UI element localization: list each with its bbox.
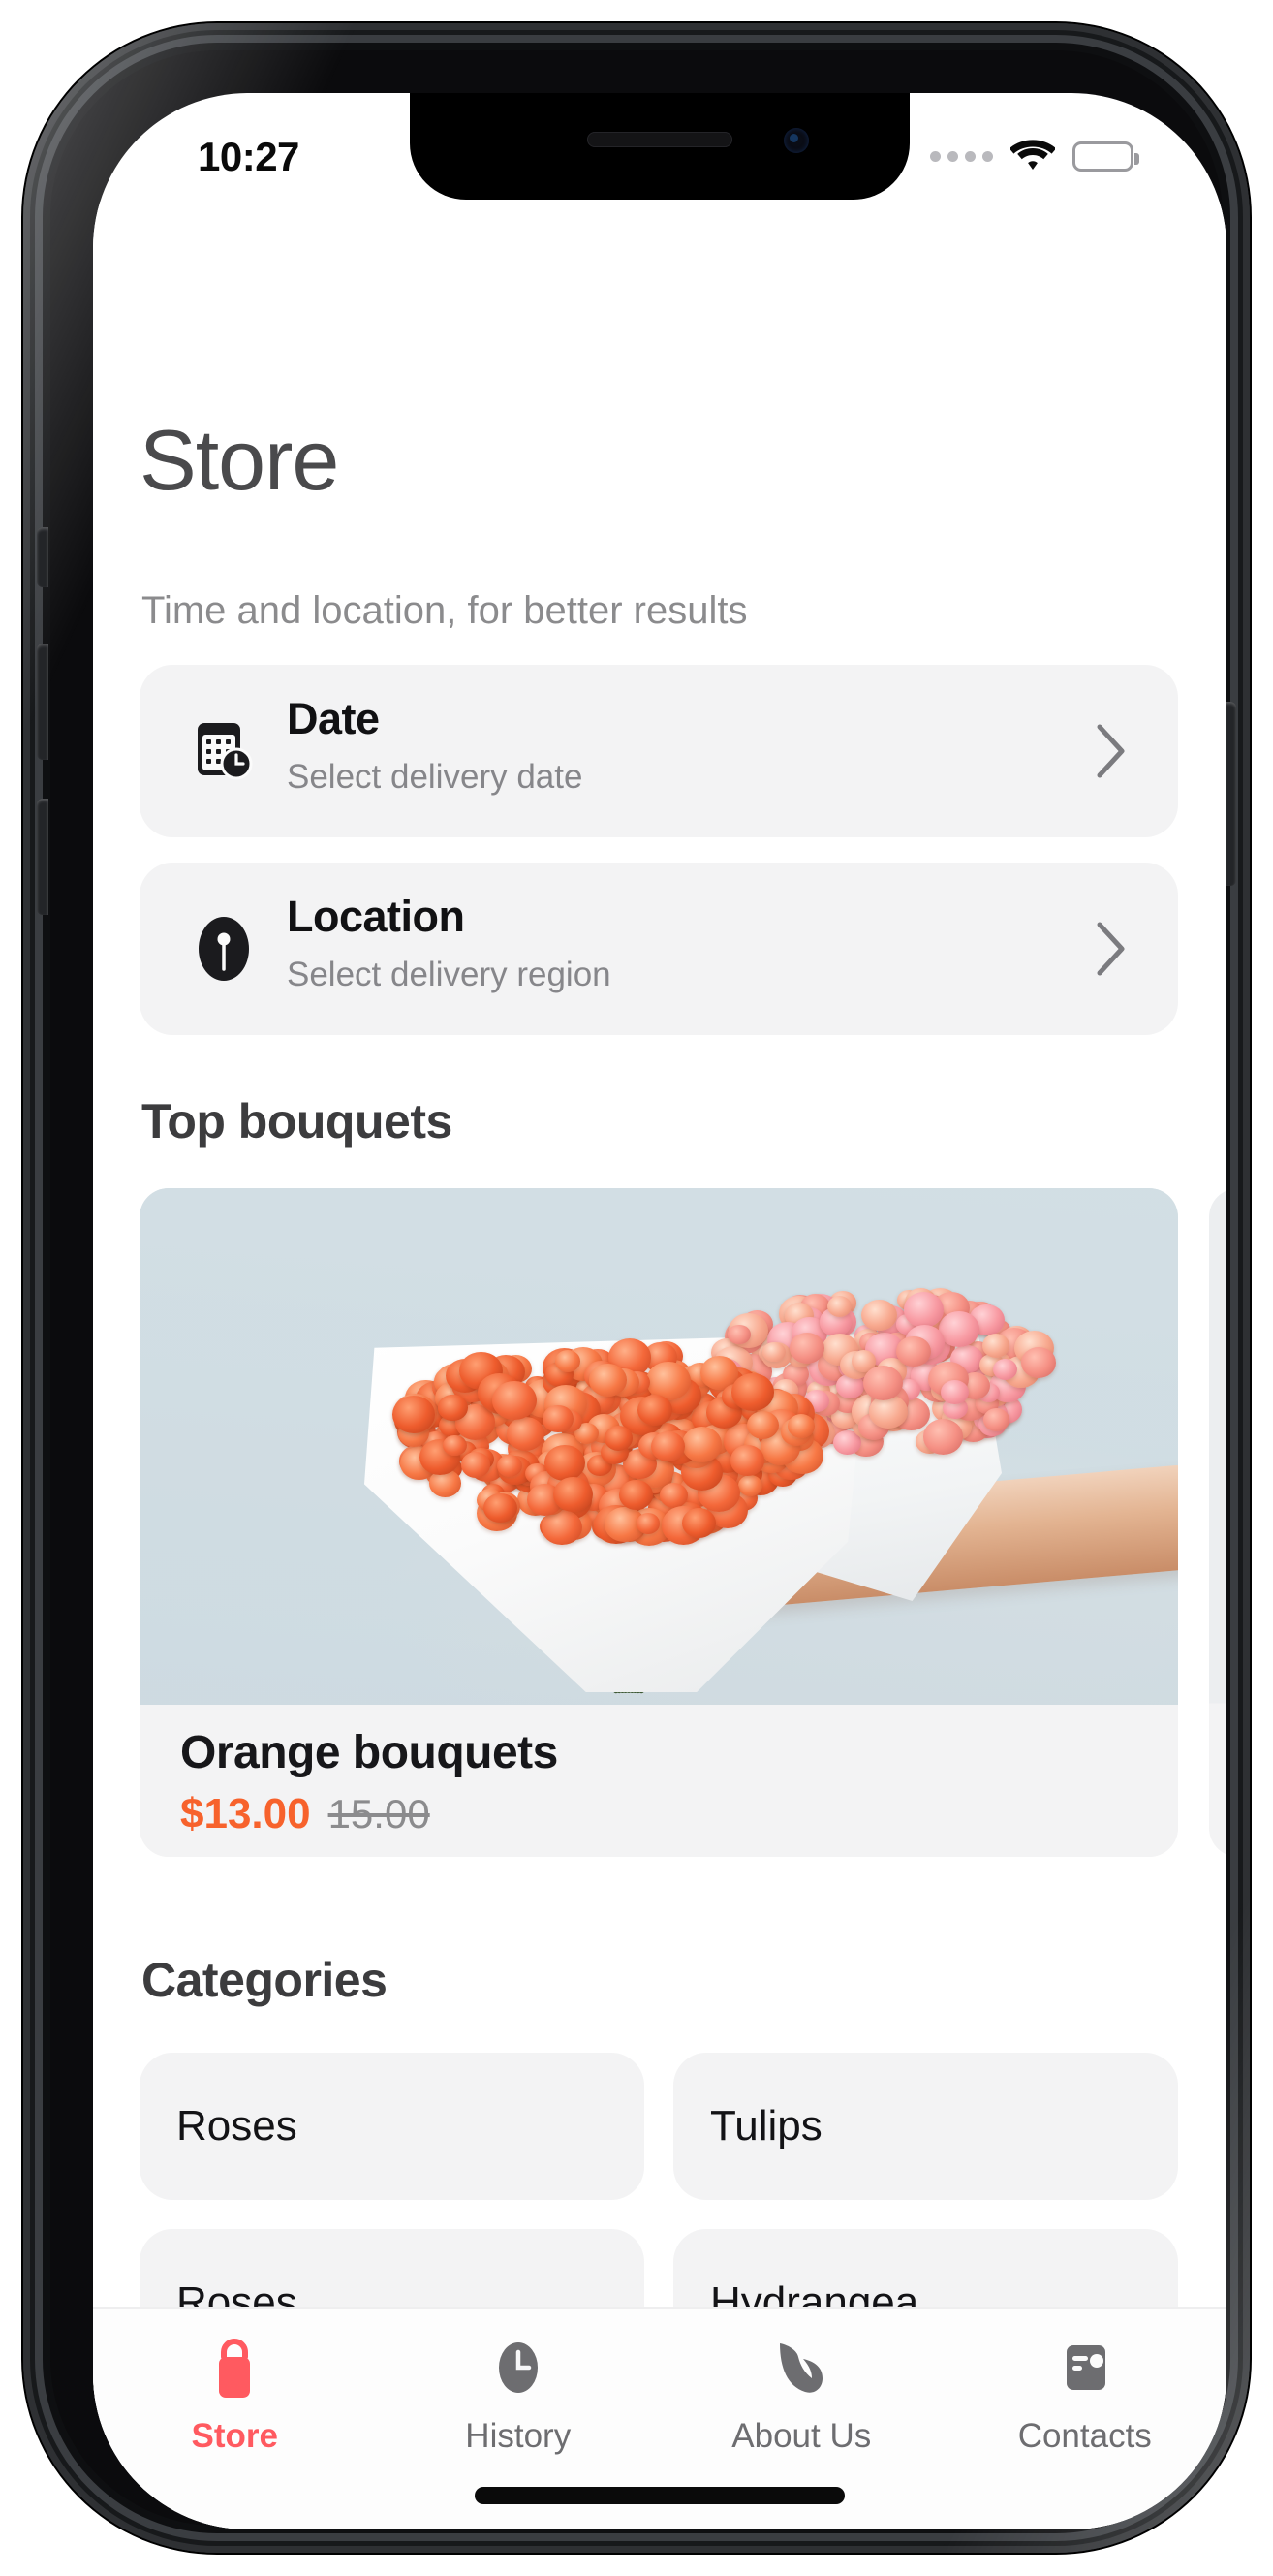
home-indicator[interactable] bbox=[475, 2487, 845, 2504]
location-pin-icon bbox=[186, 911, 262, 987]
category-label: Roses bbox=[176, 2278, 297, 2307]
category-chip-roses-2[interactable]: Roses bbox=[140, 2229, 644, 2307]
tab-history-label: History bbox=[465, 2417, 571, 2456]
wifi-icon bbox=[1010, 138, 1055, 175]
categories-heading: Categories bbox=[141, 1952, 387, 2008]
tab-contacts[interactable]: Contacts bbox=[944, 2309, 1227, 2529]
status-bar-time: 10:27 bbox=[198, 134, 299, 180]
top-bouquets-heading: Top bouquets bbox=[141, 1093, 452, 1149]
category-label: Hydrangea bbox=[710, 2278, 918, 2307]
app-content: Store Time and location, for better resu… bbox=[93, 202, 1226, 2529]
status-bar-icons bbox=[930, 138, 1133, 175]
tab-contacts-label: Contacts bbox=[1018, 2417, 1152, 2456]
date-option-subtitle: Select delivery date bbox=[287, 758, 582, 797]
tab-about-us-label: About Us bbox=[731, 2417, 871, 2456]
phone-device-frame: 10:27 Store Time and location, for bette… bbox=[23, 23, 1250, 2553]
volume-down-button[interactable] bbox=[37, 799, 48, 915]
category-chip-roses-1[interactable]: Roses bbox=[140, 2053, 644, 2200]
category-label: Roses bbox=[176, 2102, 297, 2151]
location-option-card[interactable]: Location Select delivery region bbox=[140, 863, 1178, 1035]
notch bbox=[410, 93, 910, 200]
flower-cluster-front bbox=[401, 1334, 808, 1556]
volume-up-button[interactable] bbox=[37, 644, 48, 760]
product-image bbox=[140, 1188, 1178, 1705]
signal-dots-icon bbox=[930, 151, 993, 162]
earpiece-speaker bbox=[587, 132, 732, 147]
product-card[interactable]: Orange bouquets $13.00 15.00 bbox=[140, 1188, 1178, 1857]
location-option-subtitle: Select delivery region bbox=[287, 956, 611, 994]
front-camera bbox=[784, 128, 809, 153]
location-option-title: Location bbox=[287, 892, 465, 942]
contact-card-icon bbox=[1051, 2334, 1119, 2402]
chevron-right-icon bbox=[1095, 920, 1128, 978]
phone-screen: 10:27 Store Time and location, for bette… bbox=[93, 93, 1226, 2529]
leaf-icon bbox=[767, 2334, 835, 2402]
shopping-bag-icon bbox=[201, 2334, 268, 2402]
product-name: Orange bouquets bbox=[180, 1726, 558, 1779]
price-row: $13.00 15.00 bbox=[180, 1790, 430, 1838]
product-price: $13.00 bbox=[180, 1790, 311, 1838]
product-old-price: 15.00 bbox=[328, 1791, 430, 1838]
date-option-title: Date bbox=[287, 694, 380, 744]
product-info: Orange bouquets $13.00 15.00 bbox=[140, 1705, 1178, 1857]
battery-full-icon bbox=[1072, 141, 1133, 172]
category-label: Tulips bbox=[710, 2102, 823, 2151]
product-card-next-peek[interactable] bbox=[1209, 1188, 1226, 1857]
page-title: Store bbox=[140, 411, 338, 510]
date-option-card[interactable]: Date Select delivery date bbox=[140, 665, 1178, 837]
category-chip-tulips[interactable]: Tulips bbox=[673, 2053, 1178, 2200]
tab-store[interactable]: Store bbox=[93, 2309, 377, 2529]
category-chip-hydrangea[interactable]: Hydrangea bbox=[673, 2229, 1178, 2307]
chevron-right-icon bbox=[1095, 722, 1128, 780]
store-scroll-view[interactable]: Store Time and location, for better resu… bbox=[93, 202, 1226, 2307]
mute-switch-button[interactable] bbox=[37, 527, 48, 587]
top-bouquets-carousel[interactable]: Orange bouquets $13.00 15.00 bbox=[93, 1188, 1226, 1857]
calendar-clock-icon bbox=[186, 713, 262, 789]
page-subtitle: Time and location, for better results bbox=[141, 589, 747, 633]
categories-grid: Roses Tulips Roses Hydrangea bbox=[140, 2053, 1178, 2307]
clock-icon bbox=[484, 2334, 552, 2402]
tab-store-label: Store bbox=[192, 2417, 278, 2456]
